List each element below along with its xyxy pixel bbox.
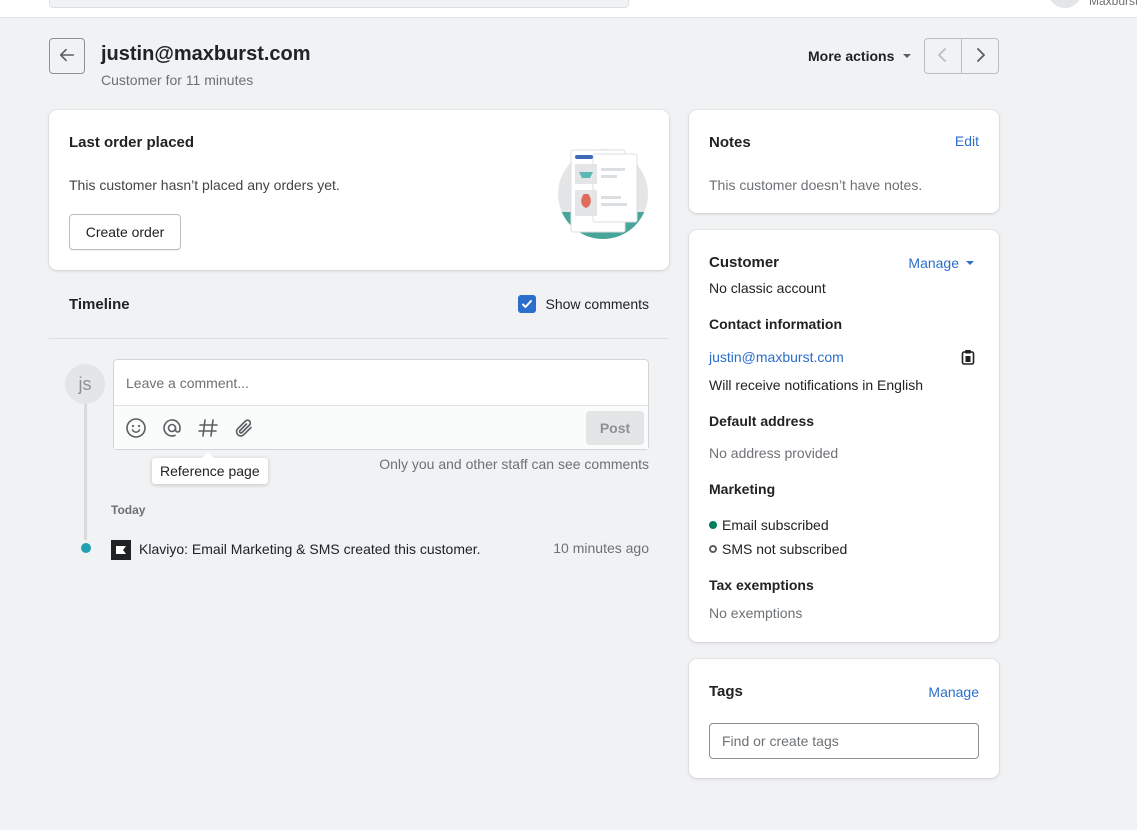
comment-toolbar: Post <box>114 405 648 449</box>
email-marketing-label: Email subscribed <box>722 517 829 533</box>
tags-input[interactable] <box>709 723 979 759</box>
page-subtitle: Customer for 11 minutes <box>101 72 254 88</box>
create-order-button[interactable]: Create order <box>69 214 181 250</box>
klaviyo-app-icon <box>111 540 131 560</box>
reference-page-tooltip: Reference page <box>152 452 268 484</box>
sms-marketing-label: SMS not subscribed <box>722 541 848 557</box>
last-order-description: This customer hasn’t placed any orders y… <box>69 177 340 193</box>
account-status: No classic account <box>709 280 826 296</box>
staff-avatar: js <box>65 364 105 404</box>
more-actions-label: More actions <box>808 48 895 64</box>
timeline-event-time: 10 minutes ago <box>553 540 649 556</box>
customer-email-link[interactable]: justin@maxburst.com <box>709 349 844 365</box>
notes-description: This customer doesn’t have notes. <box>709 177 923 193</box>
customer-manage-button[interactable]: Manage <box>908 255 975 271</box>
last-order-title: Last order placed <box>69 134 195 151</box>
subscribed-dot-icon <box>709 521 717 529</box>
previous-customer-button[interactable] <box>925 39 961 73</box>
clipboard-icon[interactable] <box>959 348 977 366</box>
caret-down-icon <box>965 255 975 271</box>
tags-title: Tags <box>709 683 743 700</box>
address-value: No address provided <box>709 445 839 461</box>
notification-language: Will receive notifications in English <box>709 377 923 393</box>
contact-heading: Contact information <box>709 316 842 332</box>
show-comments-label: Show comments <box>545 296 649 312</box>
comment-box: Post <box>113 359 649 450</box>
next-customer-button[interactable] <box>961 39 998 73</box>
email-marketing-status: Email subscribed <box>709 517 829 533</box>
chevron-right-icon <box>974 47 986 65</box>
timeline-event-text: Klaviyo: Email Marketing & SMS created t… <box>139 541 481 557</box>
chevron-left-icon <box>937 47 949 65</box>
tax-value: No exemptions <box>709 605 803 621</box>
show-comments-toggle[interactable]: Show comments <box>517 295 649 313</box>
marketing-heading: Marketing <box>709 481 776 497</box>
address-heading: Default address <box>709 413 815 429</box>
notes-title: Notes <box>709 134 751 151</box>
mention-icon[interactable] <box>159 415 185 441</box>
tags-card: Tags Manage <box>689 659 999 778</box>
pagination <box>924 38 999 74</box>
comment-input[interactable] <box>114 360 648 405</box>
more-actions-button[interactable]: More actions <box>800 44 920 68</box>
tax-heading: Tax exemptions <box>709 577 814 593</box>
last-order-card: Last order placed This customer hasn’t p… <box>49 110 669 270</box>
customer-manage-label: Manage <box>908 255 959 271</box>
emoji-icon[interactable] <box>123 415 149 441</box>
timeline-day-label: Today <box>111 503 146 517</box>
top-bar: Maxburst <box>0 0 1137 18</box>
arrow-left-icon <box>58 46 76 67</box>
caret-down-icon <box>902 48 912 64</box>
timeline-event-dot <box>79 541 93 555</box>
hashtag-icon[interactable] <box>195 415 221 441</box>
global-search-input[interactable] <box>49 0 629 8</box>
back-button[interactable] <box>49 38 85 74</box>
show-comments-checkbox[interactable] <box>517 295 536 313</box>
customer-title: Customer <box>709 254 780 271</box>
sms-marketing-status: SMS not subscribed <box>709 541 847 557</box>
not-subscribed-dot-icon <box>709 545 717 553</box>
timeline-line <box>84 400 87 540</box>
attachment-icon[interactable] <box>231 415 257 441</box>
store-name[interactable]: Maxburst <box>1089 0 1137 8</box>
empty-orders-illustration <box>557 148 649 240</box>
edit-notes-link[interactable]: Edit <box>955 133 979 149</box>
user-avatar[interactable] <box>1048 0 1082 8</box>
notes-card: Notes Edit This customer doesn’t have no… <box>689 110 999 213</box>
tags-manage-link[interactable]: Manage <box>928 684 979 700</box>
timeline-title: Timeline <box>69 296 130 313</box>
timeline-header: Timeline Show comments <box>49 287 669 339</box>
staff-visibility-note: Only you and other staff can see comment… <box>379 456 649 472</box>
page-title: justin@maxburst.com <box>101 43 311 65</box>
post-button[interactable]: Post <box>586 411 644 445</box>
customer-card: Customer Manage No classic account Conta… <box>689 230 999 642</box>
